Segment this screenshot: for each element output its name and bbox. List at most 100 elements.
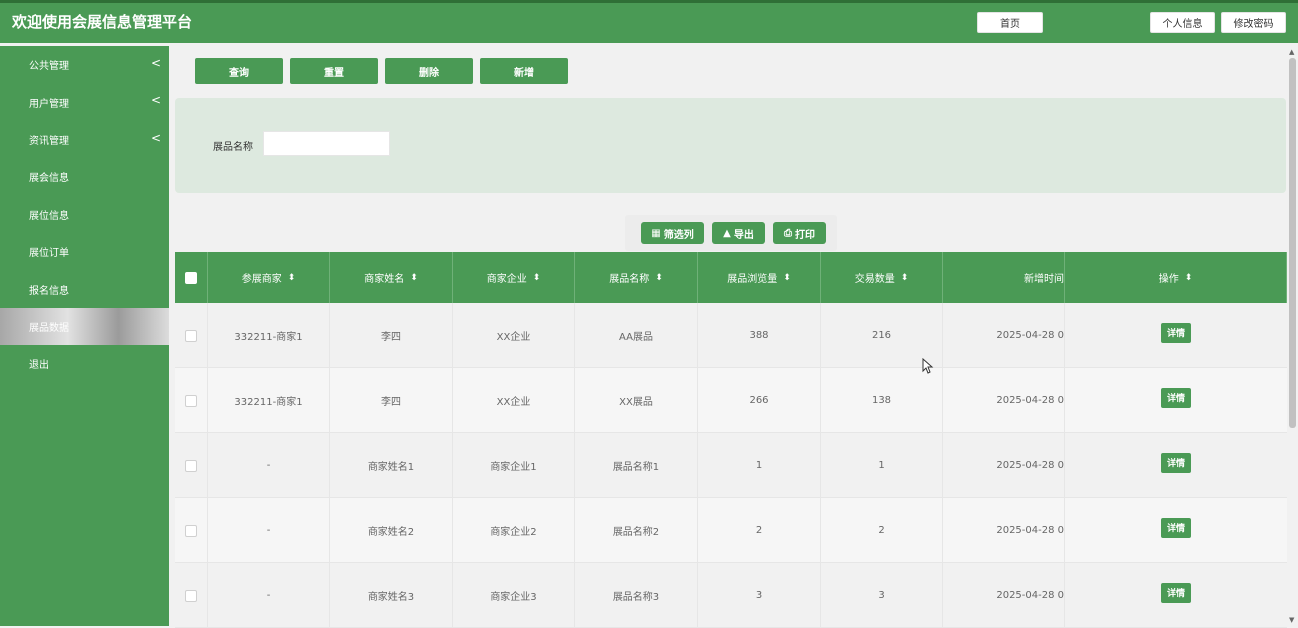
filter-columns-button[interactable]: ▦ 筛选列 <box>641 222 704 244</box>
table-cell: XX企业 <box>453 303 575 368</box>
table-toolbar: ▦ 筛选列 ▲ 导出 ⎙ 打印 <box>625 215 837 251</box>
change-password-button[interactable]: 修改密码 <box>1221 12 1286 33</box>
search-label: 展品名称 <box>213 142 253 153</box>
vertical-scrollbar[interactable]: ▲ ▼ <box>1287 46 1298 626</box>
delete-button[interactable]: 删除 <box>385 58 473 84</box>
sidebar-item[interactable]: 展位信息 <box>0 196 169 233</box>
sidebar-item-label: 退出 <box>29 360 49 372</box>
main-content: 查询 重置 删除 新增 展品名称 ▦ 筛选列 ▲ 导出 ⎙ 打印 参展商家 ⬍ 商家… <box>169 43 1298 628</box>
mouse-cursor-icon <box>922 358 934 374</box>
add-button[interactable]: 新增 <box>480 58 568 84</box>
export-label: 导出 <box>733 229 754 241</box>
table-cell: 388 <box>698 303 821 368</box>
sidebar-item-label: 展品数据 <box>29 322 69 334</box>
sidebar-item[interactable]: 展会信息 <box>0 158 169 195</box>
table-cell: - <box>208 433 330 498</box>
column-header[interactable]: 交易数量 ⬍ <box>821 252 943 303</box>
column-header[interactable]: 商家企业 ⬍ <box>453 252 575 303</box>
column-header-label: 展品名称 <box>609 274 650 285</box>
scroll-down-icon[interactable]: ▼ <box>1289 616 1294 624</box>
detail-button[interactable]: 详情 <box>1161 322 1191 343</box>
sort-icon[interactable]: ⬍ <box>288 273 296 283</box>
row-checkbox[interactable] <box>185 329 197 342</box>
sort-icon[interactable]: ⬍ <box>533 273 541 283</box>
column-header[interactable]: 新增时间 <box>943 252 1065 303</box>
table-cell: 商家姓名3 <box>330 563 453 628</box>
chevron-left-icon: < <box>150 130 161 145</box>
column-header[interactable]: 商家姓名 ⬍ <box>330 252 453 303</box>
table-cell: 2025-04-28 0 <box>943 563 1065 628</box>
column-header[interactable]: 参展商家 ⬍ <box>208 252 330 303</box>
table-cell: - <box>208 498 330 563</box>
sidebar: 公共管理 < 用户管理 < 资讯管理 < 展会信息展位信息展位订单报名信息展品数据退出 <box>0 46 169 626</box>
table-row: 332211-商家1 李四 XX企业 AA展品 388 216 2025-04-28 0 详情 <box>175 303 1287 368</box>
row-checkbox[interactable] <box>185 524 197 537</box>
table-cell: 2025-04-28 0 <box>943 433 1065 498</box>
sort-icon[interactable]: ⬍ <box>783 273 791 283</box>
table-cell: 2 <box>821 498 943 563</box>
select-all-checkbox[interactable] <box>185 271 197 284</box>
reset-button[interactable]: 重置 <box>290 58 378 84</box>
sidebar-item-label: 展位订单 <box>29 248 69 260</box>
print-icon: ⎙ <box>784 227 792 239</box>
detail-button[interactable]: 详情 <box>1161 582 1191 603</box>
columns-icon: ▦ <box>651 227 661 239</box>
sidebar-item[interactable]: 退出 <box>0 345 169 382</box>
row-select-cell <box>175 303 208 368</box>
column-header[interactable]: 操作 ⬍ <box>1065 252 1287 303</box>
sidebar-item[interactable]: 报名信息 <box>0 270 169 307</box>
sidebar-item[interactable]: 展位订单 <box>0 233 169 270</box>
profile-button[interactable]: 个人信息 <box>1150 12 1215 33</box>
exhibit-name-input[interactable] <box>263 131 390 156</box>
sidebar-item[interactable]: 资讯管理 < <box>0 121 169 158</box>
sort-icon[interactable]: ⬍ <box>901 273 909 283</box>
table-cell: 2025-04-28 0 <box>943 368 1065 433</box>
table-cell: 266 <box>698 368 821 433</box>
table-row: - 商家姓名3 商家企业3 展品名称3 3 3 2025-04-28 0 详情 <box>175 563 1287 628</box>
table-cell: 332211-商家1 <box>208 368 330 433</box>
sidebar-item-label: 展会信息 <box>29 173 69 185</box>
table-cell: 2025-04-28 0 <box>943 303 1065 368</box>
row-select-cell <box>175 433 208 498</box>
sidebar-item-label: 资讯管理 <box>29 135 69 147</box>
sidebar-item[interactable]: 公共管理 < <box>0 46 169 83</box>
detail-button[interactable]: 详情 <box>1161 387 1191 408</box>
sort-icon[interactable]: ⬍ <box>655 273 663 283</box>
data-table: 参展商家 ⬍ 商家姓名 ⬍ 商家企业 ⬍ 展品名称 ⬍ 展品浏览量 ⬍ 交易数量 ⬍ 新增时间 操作 ⬍ 3… <box>175 252 1287 628</box>
print-button[interactable]: ⎙ 打印 <box>773 222 826 244</box>
actions-cell: 详情 <box>1065 498 1287 563</box>
table-cell: 2025-04-28 0 <box>943 498 1065 563</box>
column-header-label: 参展商家 <box>241 274 282 285</box>
sort-icon[interactable]: ⬍ <box>1185 273 1193 283</box>
export-button[interactable]: ▲ 导出 <box>712 222 765 244</box>
row-checkbox[interactable] <box>185 394 197 407</box>
chevron-left-icon: < <box>150 93 161 108</box>
search-panel: 展品名称 <box>175 98 1286 193</box>
sort-icon[interactable]: ⬍ <box>410 273 418 283</box>
table-cell: 商家姓名1 <box>330 433 453 498</box>
table-cell: - <box>208 563 330 628</box>
query-button[interactable]: 查询 <box>195 58 283 84</box>
table-cell: 3 <box>821 563 943 628</box>
table-cell: 1 <box>698 433 821 498</box>
table-cell: 商家企业3 <box>453 563 575 628</box>
column-header[interactable]: 展品名称 ⬍ <box>575 252 698 303</box>
actions-cell: 详情 <box>1065 368 1287 433</box>
table-cell: 李四 <box>330 303 453 368</box>
home-button[interactable]: 首页 <box>977 12 1043 33</box>
column-header-label: 商家姓名 <box>364 274 405 285</box>
column-header[interactable]: 展品浏览量 ⬍ <box>698 252 821 303</box>
scroll-thumb[interactable] <box>1289 58 1296 428</box>
filter-columns-label: 筛选列 <box>663 229 694 241</box>
sidebar-item[interactable]: 用户管理 < <box>0 83 169 120</box>
table-cell: 商家企业2 <box>453 498 575 563</box>
scroll-up-icon[interactable]: ▲ <box>1289 48 1294 56</box>
column-header-label: 展品浏览量 <box>727 274 778 285</box>
detail-button[interactable]: 详情 <box>1161 452 1191 473</box>
table-body: 332211-商家1 李四 XX企业 AA展品 388 216 2025-04-28 0 详情… <box>175 303 1287 628</box>
sidebar-item[interactable]: 展品数据 <box>0 307 169 346</box>
actions-cell: 详情 <box>1065 433 1287 498</box>
detail-button[interactable]: 详情 <box>1161 517 1191 538</box>
row-checkbox[interactable] <box>185 589 197 602</box>
row-checkbox[interactable] <box>185 459 197 472</box>
